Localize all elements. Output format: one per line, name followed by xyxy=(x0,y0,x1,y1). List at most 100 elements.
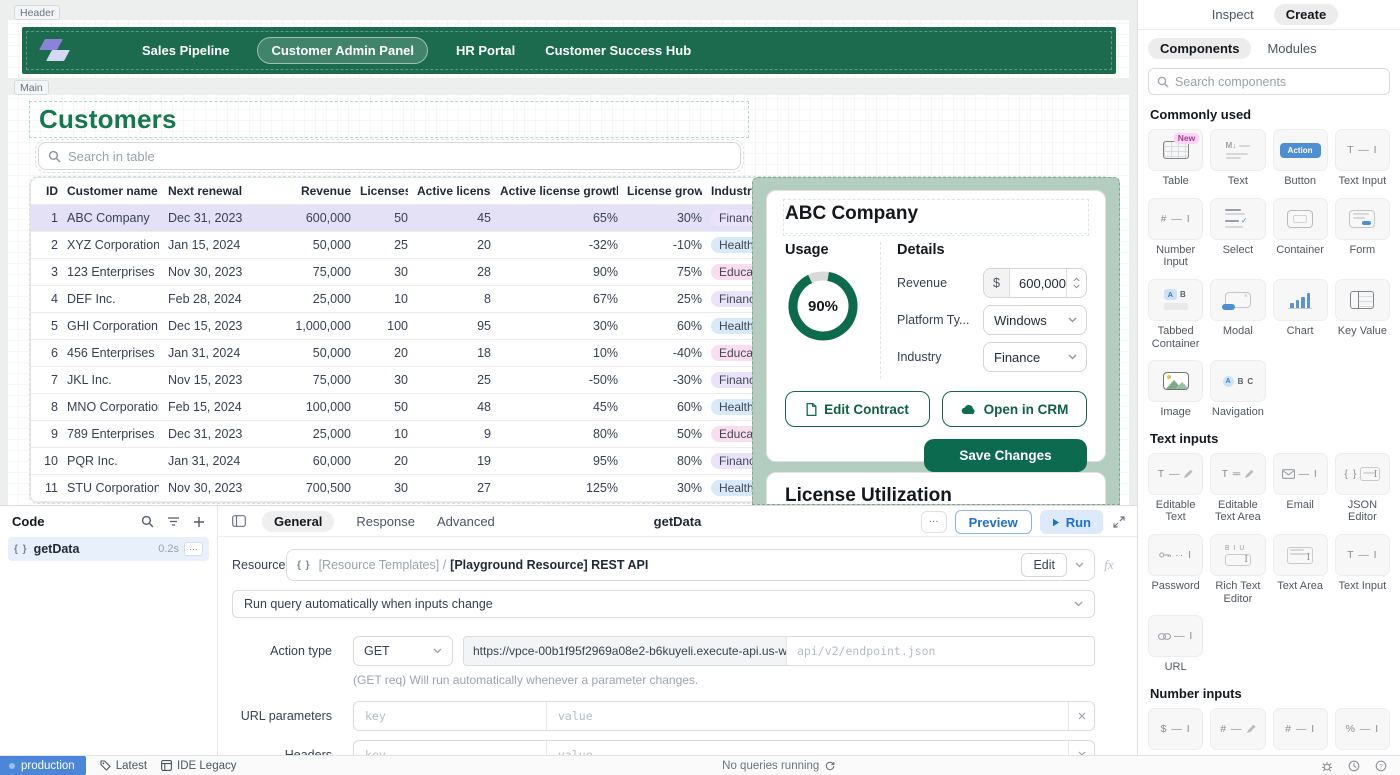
app-header-bar[interactable]: Sales Pipeline Customer Admin Panel HR Por… xyxy=(22,27,1116,74)
component-button[interactable]: ActionButton xyxy=(1273,129,1328,188)
component-select[interactable]: ✓Select xyxy=(1210,198,1265,269)
main-frame-tag[interactable]: Main xyxy=(14,80,49,95)
tab-general[interactable]: General xyxy=(262,511,334,532)
component-text-input[interactable]: T — IText Input xyxy=(1335,534,1390,605)
component-currency[interactable]: $ — ICurrency xyxy=(1148,708,1203,755)
key-value-inputs[interactable]: keyvalue xyxy=(353,701,1095,731)
detail-container[interactable]: ABC Company Usage 90% Details xyxy=(752,177,1120,505)
component-table[interactable]: NewTable xyxy=(1148,129,1203,188)
table-search-input[interactable]: Search in table xyxy=(38,142,741,170)
url-icon: — I xyxy=(1148,615,1203,657)
component-key-value[interactable]: Key Value xyxy=(1335,279,1390,350)
component-text[interactable]: M↓Text xyxy=(1210,129,1265,188)
component-editable-text-area[interactable]: T ═Editable Text Area xyxy=(1210,453,1265,524)
component-json-editor[interactable]: { }IJSON Editor xyxy=(1335,453,1390,524)
open-in-crm-button[interactable]: Open in CRM xyxy=(942,391,1087,427)
component-label: URL xyxy=(1165,661,1187,674)
add-query-icon[interactable] xyxy=(193,516,205,528)
pencil-icon xyxy=(1246,724,1256,734)
version-selector[interactable]: Latest xyxy=(100,760,147,772)
component-rich-text-editor[interactable]: B I UIRich Text Editor xyxy=(1210,534,1265,605)
edit-contract-button[interactable]: Edit Contract xyxy=(785,391,930,427)
save-changes-button[interactable]: Save Changes xyxy=(924,439,1087,472)
table-cell: 789 Enterprises xyxy=(67,427,159,441)
modal-icon: × xyxy=(1210,279,1265,321)
customers-title-box[interactable]: Customers xyxy=(30,102,748,137)
run-button[interactable]: Run xyxy=(1040,510,1103,534)
component-label: Editable Text Area xyxy=(1210,499,1265,524)
component-percent[interactable]: % — IPercent xyxy=(1335,708,1390,755)
component-url[interactable]: — I URL xyxy=(1148,615,1203,674)
select-input[interactable]: Finance xyxy=(983,342,1087,372)
component-tabbed-container[interactable]: ABTabbed Container xyxy=(1148,279,1203,350)
expand-panel-icon[interactable] xyxy=(1113,516,1125,528)
fx-icon[interactable]: fx xyxy=(1095,557,1123,573)
query-list-item-getdata[interactable]: { } getData 0.2s ··· xyxy=(8,537,209,561)
component-text-area[interactable]: IText Area xyxy=(1273,534,1328,605)
refresh-icon[interactable] xyxy=(825,761,835,771)
component-container[interactable]: Container xyxy=(1273,198,1328,269)
table-cell: Nov 30, 2023 xyxy=(168,265,264,279)
glyph-icon: T — I xyxy=(1335,534,1390,576)
tab-response[interactable]: Response xyxy=(356,514,415,529)
component-chart[interactable]: Chart xyxy=(1273,279,1328,350)
run-mode-select[interactable]: Run query automatically when inputs chan… xyxy=(232,590,1095,618)
tab-modules[interactable]: Modules xyxy=(1255,38,1328,59)
search-queries-icon[interactable] xyxy=(141,515,154,528)
table-cell: 48 xyxy=(417,400,491,414)
value-input[interactable]: value xyxy=(547,702,1068,730)
component-modal[interactable]: ×Modal xyxy=(1210,279,1265,350)
stepper-buttons[interactable] xyxy=(1066,269,1086,297)
key-input[interactable]: key xyxy=(354,702,547,730)
currency-input[interactable]: $600,000 xyxy=(983,268,1087,298)
endpoint-url-input[interactable]: https://vpce-00b1f95f2969a08e2-b6kuyeli.… xyxy=(463,636,1095,666)
component-search-input[interactable]: Search components xyxy=(1148,68,1390,95)
collapse-panel-icon[interactable] xyxy=(232,515,246,527)
preview-button[interactable]: Preview xyxy=(955,510,1032,534)
ide-icon xyxy=(161,760,172,771)
table-cell: 80% xyxy=(627,454,702,468)
component-number-input[interactable]: # — INumber Input xyxy=(1273,708,1328,755)
nav-item-customer-admin-panel[interactable]: Customer Admin Panel xyxy=(257,37,428,64)
history-icon[interactable] xyxy=(1348,760,1360,772)
nav-item-customer-success-hub[interactable]: Customer Success Hub xyxy=(543,38,693,63)
select-input[interactable]: Windows xyxy=(983,305,1087,335)
nav-item-sales-pipeline[interactable]: Sales Pipeline xyxy=(140,38,231,63)
query-item-menu-button[interactable]: ··· xyxy=(184,542,203,556)
tab-create[interactable]: Create xyxy=(1274,4,1338,25)
filter-icon[interactable] xyxy=(167,516,180,527)
component-password[interactable]: ·· IPassword xyxy=(1148,534,1203,605)
chevron-down-icon[interactable] xyxy=(1075,562,1084,568)
component-navigation[interactable]: ABCNavigation xyxy=(1210,360,1265,419)
ide-legacy-toggle[interactable]: IDE Legacy xyxy=(161,760,236,772)
component-email[interactable]: — IEmail xyxy=(1273,453,1328,524)
section-title-commonly-used: Commonly used xyxy=(1150,107,1388,122)
component-sidebar: Inspect Create Components Modules Search… xyxy=(1137,0,1400,755)
license-utilization-card[interactable]: License Utilization xyxy=(766,472,1106,505)
debug-tools-icon[interactable] xyxy=(1321,760,1333,772)
component-image[interactable]: Image xyxy=(1148,360,1203,419)
tab-advanced[interactable]: Advanced xyxy=(437,514,495,529)
environment-selector[interactable]: production xyxy=(0,756,86,775)
version-label: Latest xyxy=(116,760,147,772)
tabbed-container-icon: AB xyxy=(1164,289,1188,310)
http-method-select[interactable]: GET xyxy=(353,636,453,666)
component-editable-text[interactable]: T —Editable Text xyxy=(1148,453,1203,524)
table-cell: 30 xyxy=(360,373,408,387)
help-icon[interactable]: ? xyxy=(1375,760,1387,772)
component-number-input[interactable]: # — INumber Input xyxy=(1148,198,1203,269)
query-menu-button[interactable]: ··· xyxy=(921,511,947,533)
nav-item-hr-portal[interactable]: HR Portal xyxy=(454,38,517,63)
currency-prefix: $ xyxy=(984,269,1010,297)
resource-selector[interactable]: { } [Resource Templates] / [Playground R… xyxy=(286,549,1095,581)
header-frame-tag[interactable]: Header xyxy=(14,5,60,20)
component-editable-number[interactable]: # —Editable Number xyxy=(1210,708,1265,755)
tab-components[interactable]: Components xyxy=(1148,38,1251,59)
resource-edit-button[interactable]: Edit xyxy=(1021,553,1067,577)
currency-value: 600,000 xyxy=(1010,276,1066,291)
component-text-input[interactable]: T — IText Input xyxy=(1335,129,1390,188)
component-form[interactable]: Form xyxy=(1335,198,1390,269)
tab-inspect[interactable]: Inspect xyxy=(1200,4,1266,25)
remove-row-button[interactable] xyxy=(1068,702,1094,730)
link-icon xyxy=(1158,633,1171,640)
